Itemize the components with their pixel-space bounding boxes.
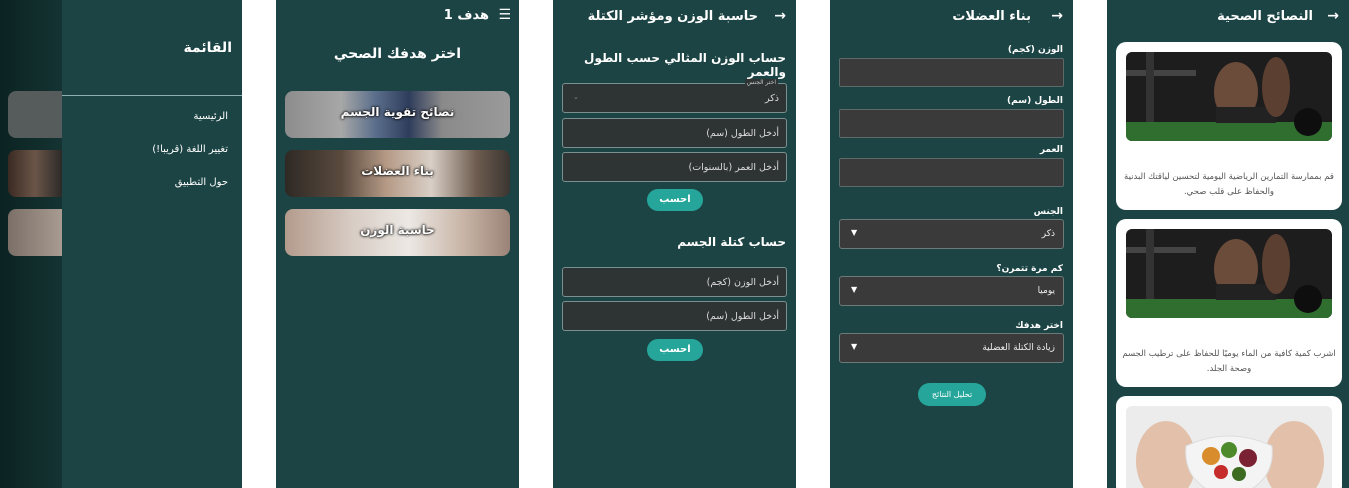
app-bar: → حاسبة الوزن ومؤشر الكتلة bbox=[553, 0, 796, 34]
bmi-height-input[interactable]: أدخل الطول (سم) bbox=[562, 301, 787, 331]
goal-value: زيادة الكتلة العضلية bbox=[982, 343, 1055, 353]
bmi-section-title: حساب كتلة الجسم bbox=[677, 235, 786, 249]
health-tips-screen: → النصائح الصحية قم بممارسة التمارين الر… bbox=[1107, 0, 1349, 488]
tip-card: اشرب كمية كافية من الماء يوميًا للحفاظ ع… bbox=[1116, 219, 1342, 387]
goal-card-muscle-building[interactable]: بناء العضلات bbox=[285, 150, 510, 197]
age-input[interactable] bbox=[839, 158, 1064, 187]
page-title: بناء العضلات bbox=[952, 9, 1031, 24]
drawer-screen: القائمة الرئيسية تغيير اللغة (قريبا!) حو… bbox=[0, 0, 242, 488]
page-title: حاسبة الوزن ومؤشر الكتلة bbox=[587, 9, 758, 24]
page-title: النصائح الصحية bbox=[1217, 9, 1313, 24]
height-label: الطول (سم) bbox=[1007, 96, 1063, 106]
goal-card-weight-calculator[interactable]: حاسبة الوزن bbox=[285, 209, 510, 256]
goals-heading: اختر هدفك الصحي bbox=[333, 46, 462, 62]
goals-screen: ☰ هدف 1 اختر هدفك الصحي نصائح تقوية الجس… bbox=[276, 0, 519, 488]
age-label: العمر bbox=[1039, 145, 1063, 155]
dropdown-caret-icon: ⌄ bbox=[573, 93, 579, 101]
drawer-item-about[interactable]: حول التطبيق bbox=[175, 177, 228, 188]
drawer-item-home[interactable]: الرئيسية bbox=[194, 111, 228, 122]
ideal-weight-section-title: حساب الوزن المثالي حسب الطول والعمر bbox=[584, 51, 786, 79]
goal-card-body-tips[interactable]: نصائح تقوية الجسم bbox=[285, 91, 510, 138]
goal-select[interactable]: زيادة الكتلة العضلية ▼ bbox=[839, 333, 1064, 363]
height-placeholder: أدخل الطول (سم) bbox=[706, 128, 779, 139]
tip-card bbox=[1116, 396, 1342, 488]
gender-select[interactable]: اختر الجنس ذكر ⌄ bbox=[562, 79, 787, 113]
gender-label: الجنس bbox=[1033, 207, 1063, 217]
weight-label: الوزن (كجم) bbox=[1007, 45, 1063, 55]
back-arrow-icon[interactable]: → bbox=[1327, 8, 1339, 24]
dropdown-caret-icon: ▼ bbox=[851, 228, 858, 237]
tip-card: قم بممارسة التمارين الرياضية اليومية لتح… bbox=[1116, 42, 1342, 210]
app-bar: → النصائح الصحية bbox=[1107, 0, 1349, 34]
drawer-item-language[interactable]: تغيير اللغة (قريبا!) bbox=[152, 144, 228, 155]
tip-image bbox=[1126, 229, 1332, 318]
dropdown-caret-icon: ▼ bbox=[851, 342, 858, 351]
frequency-select[interactable]: يوميا ▼ bbox=[839, 276, 1064, 306]
goal-card-label: بناء العضلات bbox=[361, 164, 434, 178]
weight-placeholder: أدخل الوزن (كجم) bbox=[706, 277, 779, 288]
drawer-divider bbox=[62, 95, 242, 96]
gender-value: ذكر bbox=[1041, 229, 1055, 239]
background-card bbox=[8, 209, 62, 256]
drawer-title: القائمة bbox=[183, 40, 232, 56]
background-card bbox=[8, 91, 62, 138]
tip-image bbox=[1126, 406, 1332, 488]
menu-icon[interactable]: ☰ bbox=[498, 7, 511, 23]
height-input[interactable] bbox=[839, 109, 1064, 138]
height-input[interactable]: أدخل الطول (سم) bbox=[562, 118, 787, 148]
gender-value: ذكر bbox=[765, 93, 779, 104]
back-arrow-icon[interactable]: → bbox=[774, 8, 786, 24]
tip-image bbox=[1126, 52, 1332, 141]
goal-label: اختر هدفك bbox=[1015, 321, 1063, 331]
goal-card-label: نصائح تقوية الجسم bbox=[340, 105, 455, 119]
gender-legend: اختر الجنس bbox=[744, 79, 778, 86]
frequency-label: كم مرة تتمرن؟ bbox=[996, 264, 1063, 274]
gender-select[interactable]: ذكر ▼ bbox=[839, 219, 1064, 249]
frequency-value: يوميا bbox=[1037, 286, 1055, 296]
app-bar: → بناء العضلات bbox=[830, 0, 1073, 34]
drawer-scrim[interactable] bbox=[0, 0, 62, 488]
calculate-bmi-button[interactable]: احسب bbox=[647, 339, 703, 361]
weight-input[interactable]: أدخل الوزن (كجم) bbox=[562, 267, 787, 297]
dropdown-caret-icon: ▼ bbox=[851, 285, 858, 294]
age-placeholder: أدخل العمر (بالسنوات) bbox=[688, 162, 779, 173]
weight-calculator-screen: → حاسبة الوزن ومؤشر الكتلة حساب الوزن ال… bbox=[553, 0, 796, 488]
muscle-building-screen: → بناء العضلات الوزن (كجم) الطول (سم) ال… bbox=[830, 0, 1073, 488]
height-placeholder: أدخل الطول (سم) bbox=[706, 311, 779, 322]
navigation-drawer: القائمة الرئيسية تغيير اللغة (قريبا!) حو… bbox=[62, 0, 242, 488]
analyze-results-button[interactable]: تحليل النتائج bbox=[918, 383, 986, 406]
back-arrow-icon[interactable]: → bbox=[1051, 8, 1063, 24]
background-card bbox=[8, 150, 62, 197]
tip-text: اشرب كمية كافية من الماء يوميًا للحفاظ ع… bbox=[1122, 349, 1336, 374]
weight-input[interactable] bbox=[839, 58, 1064, 87]
tip-text: قم بممارسة التمارين الرياضية اليومية لتح… bbox=[1124, 172, 1334, 197]
app-bar: ☰ هدف 1 bbox=[276, 0, 519, 34]
calculate-ideal-weight-button[interactable]: احسب bbox=[647, 189, 703, 211]
page-title: هدف 1 bbox=[443, 8, 489, 23]
age-input[interactable]: أدخل العمر (بالسنوات) bbox=[562, 152, 787, 182]
goal-card-label: حاسبة الوزن bbox=[360, 223, 435, 237]
